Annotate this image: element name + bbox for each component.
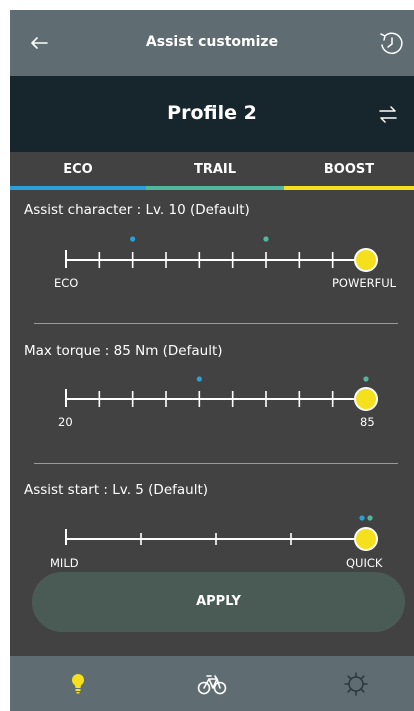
tab-trail-label: TRAIL bbox=[193, 162, 237, 177]
max-torque-max-label: 85 bbox=[360, 415, 375, 429]
lightbulb-icon[interactable] bbox=[62, 668, 94, 700]
tab-trail[interactable]: TRAIL bbox=[146, 152, 284, 190]
divider bbox=[34, 323, 398, 324]
tab-boost-label: BOOST bbox=[323, 162, 375, 177]
trail-marker-dot bbox=[263, 236, 269, 242]
eco-marker-dot bbox=[196, 376, 202, 382]
history-reset-icon[interactable] bbox=[376, 28, 406, 58]
assist-character-label: Assist character : Lv. 10 (Default) bbox=[24, 202, 250, 218]
divider bbox=[34, 463, 398, 464]
apply-button[interactable]: APPLY bbox=[32, 572, 405, 632]
tab-boost-underline bbox=[284, 186, 414, 190]
eco-marker-dot bbox=[130, 236, 136, 242]
assist-mode-tabs: ECO TRAIL BOOST bbox=[10, 152, 414, 190]
bicycle-icon[interactable] bbox=[196, 668, 228, 700]
profile-name: Profile 2 bbox=[167, 102, 257, 124]
app-screen: Assist customize Profile 2 ECO TRAIL BOO… bbox=[10, 10, 414, 711]
page-title: Assist customize bbox=[145, 34, 279, 50]
eco-marker-dot bbox=[359, 515, 365, 521]
assist-character-max-label: POWERFUL bbox=[332, 276, 397, 290]
assist-start-min-label: MILD bbox=[50, 556, 79, 570]
tab-trail-underline bbox=[146, 186, 284, 190]
assist-start-max-label: QUICK bbox=[346, 556, 383, 570]
assist-character-min-label: ECO bbox=[54, 276, 79, 290]
bottom-navigation bbox=[10, 656, 414, 711]
tab-eco[interactable]: ECO bbox=[10, 152, 146, 190]
trail-marker-dot bbox=[367, 515, 373, 521]
assist-start-label: Assist start : Lv. 5 (Default) bbox=[24, 482, 209, 498]
tab-eco-label: ECO bbox=[63, 162, 93, 177]
settings-gear-icon[interactable] bbox=[340, 668, 372, 700]
tab-eco-underline bbox=[10, 186, 146, 190]
profile-bar: Profile 2 bbox=[10, 76, 414, 152]
slider-knob bbox=[354, 387, 378, 411]
max-torque-label: Max torque : 85 Nm (Default) bbox=[24, 343, 223, 359]
swap-arrows-icon[interactable] bbox=[376, 102, 400, 126]
slider-knob bbox=[354, 527, 378, 551]
slider-knob bbox=[354, 248, 378, 272]
max-torque-min-label: 20 bbox=[58, 415, 73, 429]
top-app-bar: Assist customize bbox=[10, 10, 414, 76]
tab-boost[interactable]: BOOST bbox=[284, 152, 414, 190]
trail-marker-dot bbox=[363, 376, 369, 382]
